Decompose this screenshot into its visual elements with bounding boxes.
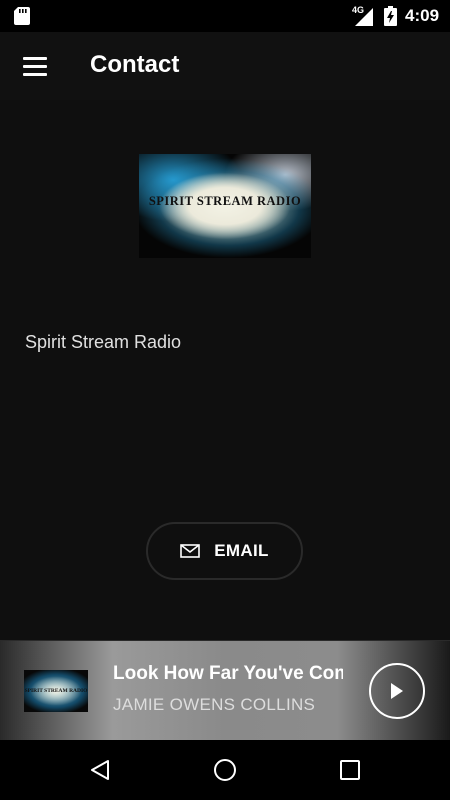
signal-icon	[355, 8, 373, 26]
sd-card-icon	[14, 7, 30, 25]
battery-icon	[384, 6, 397, 26]
play-button[interactable]	[369, 663, 425, 719]
page-title: Contact	[90, 51, 180, 78]
track-title: Look How Far You've Com	[113, 663, 343, 684]
recents-icon[interactable]	[339, 759, 361, 781]
station-logo-text: SPIRIT STREAM RADIO	[148, 193, 302, 208]
station-name: Spirit Stream Radio	[25, 332, 182, 352]
app-bar: Contact	[0, 32, 450, 100]
email-button[interactable]: EMAIL	[146, 522, 303, 580]
track-artist: JAMIE OWENS COLLINS	[113, 695, 316, 714]
back-icon[interactable]	[88, 758, 112, 782]
play-icon	[391, 683, 403, 699]
system-nav-bar	[0, 740, 450, 800]
home-icon[interactable]	[213, 758, 237, 782]
now-playing-artwork-text: SPIRIT STREAM RADIO	[24, 688, 88, 694]
now-playing-bar[interactable]: SPIRIT STREAM RADIO Look How Far You've …	[0, 640, 450, 740]
status-clock: 4:09	[405, 6, 440, 25]
email-button-label: EMAIL	[214, 541, 269, 560]
mail-icon	[180, 544, 201, 558]
station-logo: SPIRIT STREAM RADIO	[139, 154, 311, 258]
menu-button[interactable]	[14, 46, 56, 88]
status-bar: 4G 4:09	[0, 0, 450, 32]
now-playing-artwork: SPIRIT STREAM RADIO	[24, 670, 88, 712]
